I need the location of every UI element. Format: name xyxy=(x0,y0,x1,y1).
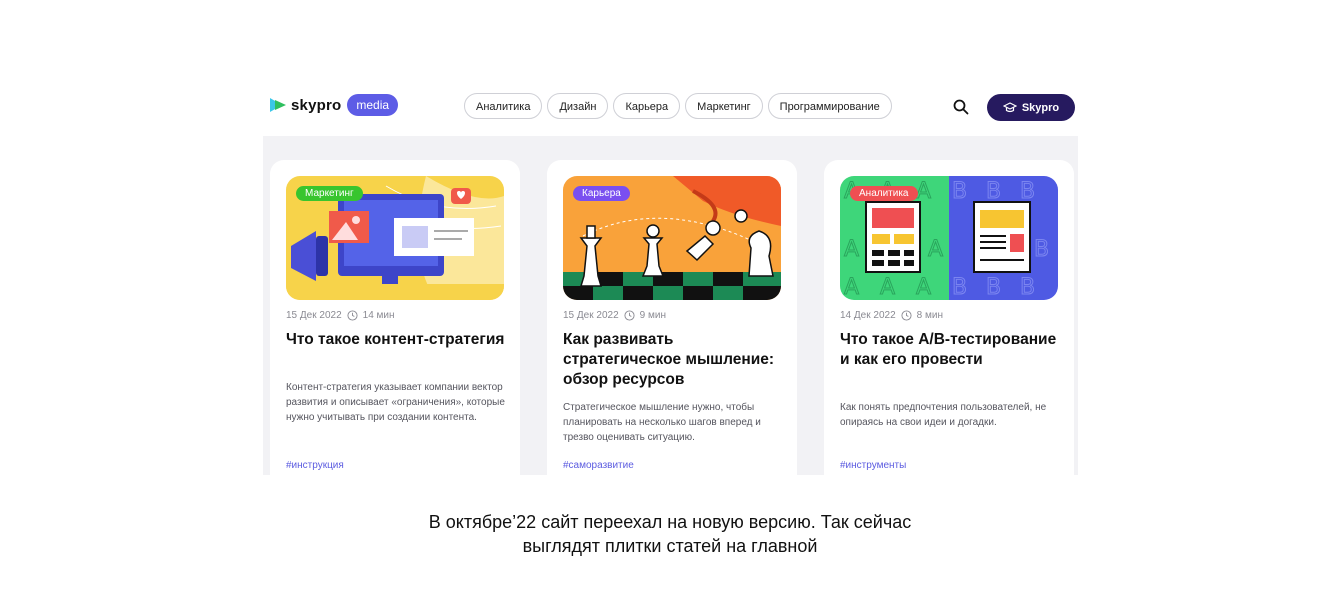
article-card[interactable]: Маркетинг 15 Дек 2022 14 мин Что такое к… xyxy=(270,160,520,475)
nav-chip-design[interactable]: Дизайн xyxy=(547,93,609,119)
ab-letter-b: B xyxy=(1034,237,1049,262)
ab-letter-b: B xyxy=(986,179,1001,204)
ab-letter-b: B xyxy=(1020,275,1035,300)
article-description: Как понять предпочтения пользователей, н… xyxy=(840,402,1047,428)
ab-letter-b: B xyxy=(1020,179,1035,204)
ab-letter-b: B xyxy=(986,275,1001,300)
article-title[interactable]: Как развивать стратегическое мышление: о… xyxy=(563,330,788,390)
ab-letter-b: B xyxy=(952,275,967,300)
nav-chip-analytics[interactable]: Аналитика xyxy=(464,93,543,119)
article-date: 14 Дек 2022 xyxy=(840,310,896,321)
article-meta: 15 Дек 2022 14 мин xyxy=(286,310,395,321)
skypro-button[interactable]: Skypro xyxy=(987,94,1075,121)
site-header: skypro media Аналитика Дизайн Карьера Ма… xyxy=(263,84,1078,136)
logo-text: skypro xyxy=(291,96,342,114)
article-hashtag[interactable]: #инструкция xyxy=(286,460,344,471)
article-date: 15 Дек 2022 xyxy=(286,310,342,321)
read-time: 14 мин xyxy=(362,310,395,321)
article-description: Контент-стратегия указывает компании век… xyxy=(286,382,505,423)
ab-letter-a: A xyxy=(844,275,859,300)
website-screenshot: skypro media Аналитика Дизайн Карьера Ма… xyxy=(263,84,1078,475)
category-tag[interactable]: Маркетинг xyxy=(296,186,363,201)
article-date: 15 Дек 2022 xyxy=(563,310,619,321)
clock-icon xyxy=(347,310,358,321)
article-illustration: Маркетинг xyxy=(286,176,504,300)
article-card[interactable]: Карьера 15 Дек 2022 9 мин Как развивать … xyxy=(547,160,797,475)
ab-letter-a: A xyxy=(844,237,859,262)
caption-line-1: В октябре’22 сайт переехал на новую верс… xyxy=(428,512,912,532)
article-title[interactable]: Что такое контент-стратегия xyxy=(286,330,511,350)
category-tag[interactable]: Карьера xyxy=(573,186,630,201)
ab-letter-b: B xyxy=(952,179,967,204)
graduation-cap-icon xyxy=(1002,101,1017,112)
article-meta: 14 Дек 2022 8 мин xyxy=(840,310,943,321)
caption-line-2: выглядят плитки статей на главной xyxy=(522,536,818,556)
skypro-button-label: Skypro xyxy=(1021,101,1060,114)
article-meta: 15 Дек 2022 9 мин xyxy=(563,310,666,321)
article-illustration: A A A A A A A A B B B B B B B xyxy=(840,176,1058,300)
ab-letter-a: A xyxy=(880,275,895,300)
ab-letter-a: A xyxy=(916,179,931,204)
ab-letter-a: A xyxy=(916,275,931,300)
clock-icon xyxy=(901,310,912,321)
read-time: 8 мин xyxy=(916,310,943,321)
article-title[interactable]: Что такое A/B-тестирование и как его про… xyxy=(840,330,1065,370)
clock-icon xyxy=(624,310,635,321)
category-tag[interactable]: Аналитика xyxy=(850,186,918,201)
article-illustration: Карьера xyxy=(563,176,781,300)
nav-chip-programming[interactable]: Программирование xyxy=(767,93,892,119)
skypro-logo-icon xyxy=(270,98,286,112)
ab-letter-a: A xyxy=(928,237,943,262)
category-nav: Аналитика Дизайн Карьера Маркетинг Прогр… xyxy=(464,93,892,119)
nav-chip-marketing[interactable]: Маркетинг xyxy=(685,93,763,119)
site-logo[interactable]: skypro media xyxy=(269,94,399,116)
nav-chip-career[interactable]: Карьера xyxy=(613,93,681,119)
read-time: 9 мин xyxy=(639,310,666,321)
article-description: Стратегическое мышление нужно, чтобы пла… xyxy=(563,402,761,443)
search-icon[interactable] xyxy=(951,97,971,117)
article-hashtag[interactable]: #инструменты xyxy=(840,460,906,471)
logo-badge: media xyxy=(347,94,399,116)
article-hashtag[interactable]: #саморазвитие xyxy=(563,460,634,471)
slide-caption: В октябре’22 сайт переехал на новую верс… xyxy=(0,510,1340,558)
article-card[interactable]: A A A A A A A A B B B B B B B xyxy=(824,160,1074,475)
